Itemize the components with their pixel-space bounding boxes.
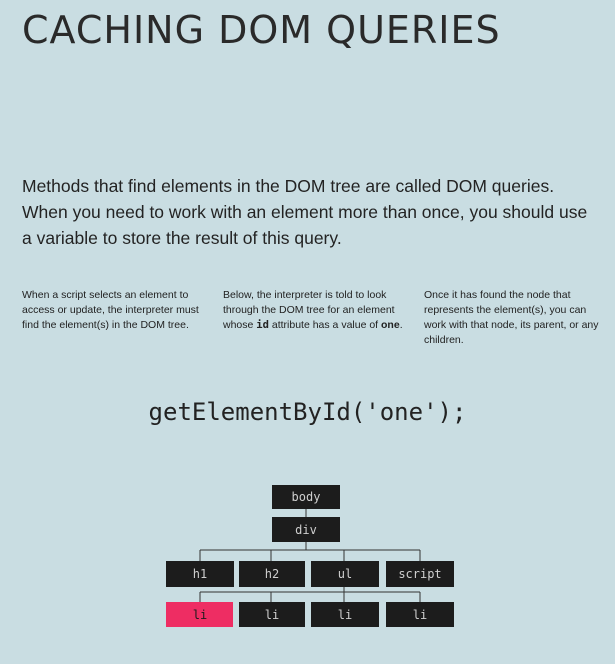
node-h1-label: h1 <box>193 567 207 581</box>
node-ul-label: ul <box>338 567 352 581</box>
node-h2-label: h2 <box>265 567 279 581</box>
node-div-label: div <box>295 523 317 537</box>
node-li-1-label: li <box>193 608 207 622</box>
node-li-2-label: li <box>265 608 279 622</box>
node-script-label: script <box>398 567 441 581</box>
dom-tree-diagram: body div h1 h2 ul script li li li li <box>166 485 454 627</box>
node-li-3-label: li <box>338 608 352 622</box>
node-li-4-label: li <box>413 608 427 622</box>
node-body-label: body <box>292 490 321 504</box>
